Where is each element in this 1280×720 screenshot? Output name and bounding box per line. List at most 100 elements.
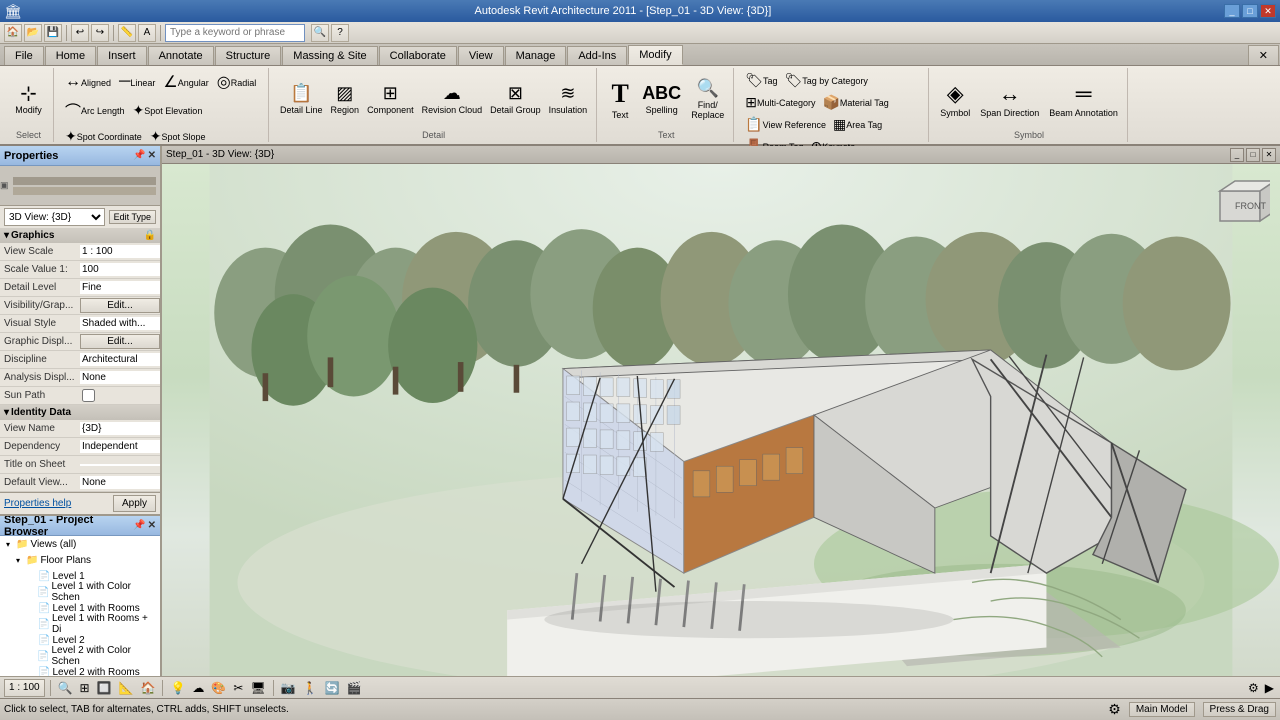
tab-close[interactable]: ✕	[1248, 45, 1279, 65]
orbit-icon[interactable]: 🔄	[323, 681, 342, 695]
aligned-dim-button[interactable]: ↔ Aligned	[62, 71, 114, 93]
tab-annotate[interactable]: Annotate	[148, 46, 214, 65]
qa-open[interactable]: 📂	[24, 24, 42, 42]
status-icon: ⚙	[1108, 701, 1121, 718]
list-item[interactable]: 📄Level 2 with Color Schen	[0, 648, 160, 664]
3d-scene	[162, 164, 1280, 676]
linear-dim-button[interactable]: ─ Linear	[116, 71, 158, 93]
zoom-in-icon[interactable]: 🔍	[56, 681, 75, 695]
properties-close-icon[interactable]: ✕	[148, 150, 156, 161]
tree-views-all[interactable]: ▾ 📁 Views (all)	[0, 536, 160, 552]
symbol-button[interactable]: ◈ Symbol	[937, 79, 973, 120]
qa-undo[interactable]: ↩	[71, 24, 89, 42]
browser-pin-icon[interactable]: 📌	[133, 520, 145, 531]
spot-slope-button[interactable]: ✦ Spot Slope	[147, 126, 209, 147]
walk-icon[interactable]: 🚶	[301, 681, 320, 695]
radial-dim-button[interactable]: ◎ Radial	[214, 70, 259, 94]
view-type-select[interactable]: 3D View: {3D}	[4, 208, 105, 226]
qa-annotate[interactable]: A	[138, 24, 156, 42]
tab-addins[interactable]: Add-Ins	[567, 46, 627, 65]
camera-icon[interactable]: 📷	[279, 681, 298, 695]
viewport[interactable]: Step_01 - 3D View: {3D} _ □ ✕	[162, 146, 1280, 676]
steering-icon[interactable]: 🎬	[345, 681, 364, 695]
material-tag-button[interactable]: 📦Material Tag	[819, 92, 891, 113]
viewport-min-button[interactable]: _	[1230, 148, 1244, 162]
insulation-button[interactable]: ≋ Insulation	[546, 81, 591, 117]
prop-scale-value: Scale Value 1: 100	[0, 261, 160, 279]
edit-type-button[interactable]: Edit Type	[109, 210, 156, 224]
properties-pin-icon[interactable]: 📌	[133, 150, 145, 161]
list-item[interactable]: 📄Level 2 with Rooms	[0, 664, 160, 676]
close-button[interactable]: ✕	[1260, 4, 1276, 18]
tab-modify[interactable]: Modify	[628, 45, 682, 65]
spot-coordinate-button[interactable]: ✦ Spot Coordinate	[62, 126, 145, 147]
apply-button[interactable]: Apply	[113, 495, 156, 512]
section-graphics[interactable]: ▾ Graphics 🔒	[0, 228, 160, 243]
list-item[interactable]: 📄Level 1 with Rooms + Di	[0, 616, 160, 632]
area-tag-button[interactable]: ▦Area Tag	[830, 114, 885, 135]
detail-group-button[interactable]: ⊠ Detail Group	[487, 81, 544, 117]
spelling-button[interactable]: ABC Spelling	[639, 81, 684, 117]
crop-icon[interactable]: ✂	[231, 681, 245, 695]
tab-massing[interactable]: Massing & Site	[282, 46, 377, 65]
arc-length-button[interactable]: ⌒ Arc Length	[62, 96, 128, 124]
left-panel: Properties 📌 ✕ ▣ 3D View: {3D} Edit	[0, 146, 162, 676]
viewport-restore-button[interactable]: □	[1246, 148, 1260, 162]
home-icon[interactable]: 🏠	[139, 681, 158, 695]
search-box-container	[165, 24, 305, 42]
nav-wheel-icon[interactable]: ⚙	[1246, 681, 1261, 695]
maximize-button[interactable]: □	[1242, 4, 1258, 18]
span-direction-button[interactable]: ↔ Span Direction	[977, 79, 1042, 120]
beam-annotation-button[interactable]: ═ Beam Annotation	[1046, 79, 1121, 120]
qa-save[interactable]: 💾	[44, 24, 62, 42]
text-button[interactable]: T Text	[605, 77, 635, 122]
find-replace-button[interactable]: 🔍 Find/Replace	[688, 76, 727, 122]
measure-icon[interactable]: 📐	[117, 681, 136, 695]
minimize-button[interactable]: _	[1224, 4, 1240, 18]
display-icon[interactable]: 🖥	[248, 681, 267, 695]
properties-help-link[interactable]: Properties help	[4, 498, 71, 509]
tag-by-category-button[interactable]: 🏷Tag by Category	[782, 70, 871, 91]
scale-indicator[interactable]: 1 : 100	[4, 679, 45, 697]
qa-home[interactable]: 🏠	[4, 24, 22, 42]
qa-redo[interactable]: ↪	[91, 24, 109, 42]
zoom-fit-icon[interactable]: ⊞	[78, 681, 92, 695]
zoom-region-icon[interactable]: 🔲	[95, 681, 114, 695]
navigation-cube[interactable]: FRONT	[1210, 171, 1270, 231]
modify-button[interactable]: ⊹ Modify	[12, 82, 45, 117]
browser-close-icon[interactable]: ✕	[148, 520, 156, 531]
revision-cloud-button[interactable]: ☁ Revision Cloud	[419, 81, 486, 117]
prop-visual-style: Visual Style Shaded with...	[0, 315, 160, 333]
qa-measure[interactable]: 📏	[118, 24, 136, 42]
view-reference-button[interactable]: 📋View Reference	[742, 114, 829, 135]
detail-line-button[interactable]: 📋 Detail Line	[277, 81, 326, 117]
qa-search[interactable]: 🔍	[311, 24, 329, 42]
region-button[interactable]: ▨ Region	[328, 81, 363, 117]
list-item[interactable]: 📄Level 1 with Color Schen	[0, 584, 160, 600]
tree-floor-plans[interactable]: ▾ 📁 Floor Plans	[0, 552, 160, 568]
tab-manage[interactable]: Manage	[505, 46, 567, 65]
section-identity-data[interactable]: ▾ Identity Data	[0, 405, 160, 420]
tab-insert[interactable]: Insert	[97, 46, 147, 65]
tag-button[interactable]: 🏷Tag	[742, 70, 780, 91]
viewport-close-button[interactable]: ✕	[1262, 148, 1276, 162]
scroll-right-icon[interactable]: ▶	[1263, 681, 1276, 695]
tab-view[interactable]: View	[458, 46, 504, 65]
graphic-display-edit-button[interactable]: Edit...	[80, 334, 160, 349]
search-input[interactable]	[165, 24, 305, 42]
qa-help[interactable]: ?	[331, 24, 349, 42]
component-button[interactable]: ⊞ Component	[364, 81, 417, 117]
sun-path-checkbox[interactable]	[82, 389, 95, 402]
tab-file[interactable]: File	[4, 46, 44, 65]
spot-elevation-button[interactable]: ✦ Spot Elevation	[130, 100, 206, 121]
angular-dim-button[interactable]: ∠ Angular	[160, 70, 211, 94]
multi-category-tag-button[interactable]: ⊞Multi-Category	[742, 92, 818, 113]
shadow-icon[interactable]: ☁	[190, 681, 206, 695]
render-icon[interactable]: 🎨	[209, 681, 228, 695]
tab-collaborate[interactable]: Collaborate	[379, 46, 457, 65]
properties-footer: Properties help Apply	[0, 492, 160, 514]
tab-structure[interactable]: Structure	[215, 46, 282, 65]
tab-home[interactable]: Home	[45, 46, 96, 65]
sun-settings-icon[interactable]: 💡	[168, 681, 187, 695]
visibility-edit-button[interactable]: Edit...	[80, 298, 160, 313]
